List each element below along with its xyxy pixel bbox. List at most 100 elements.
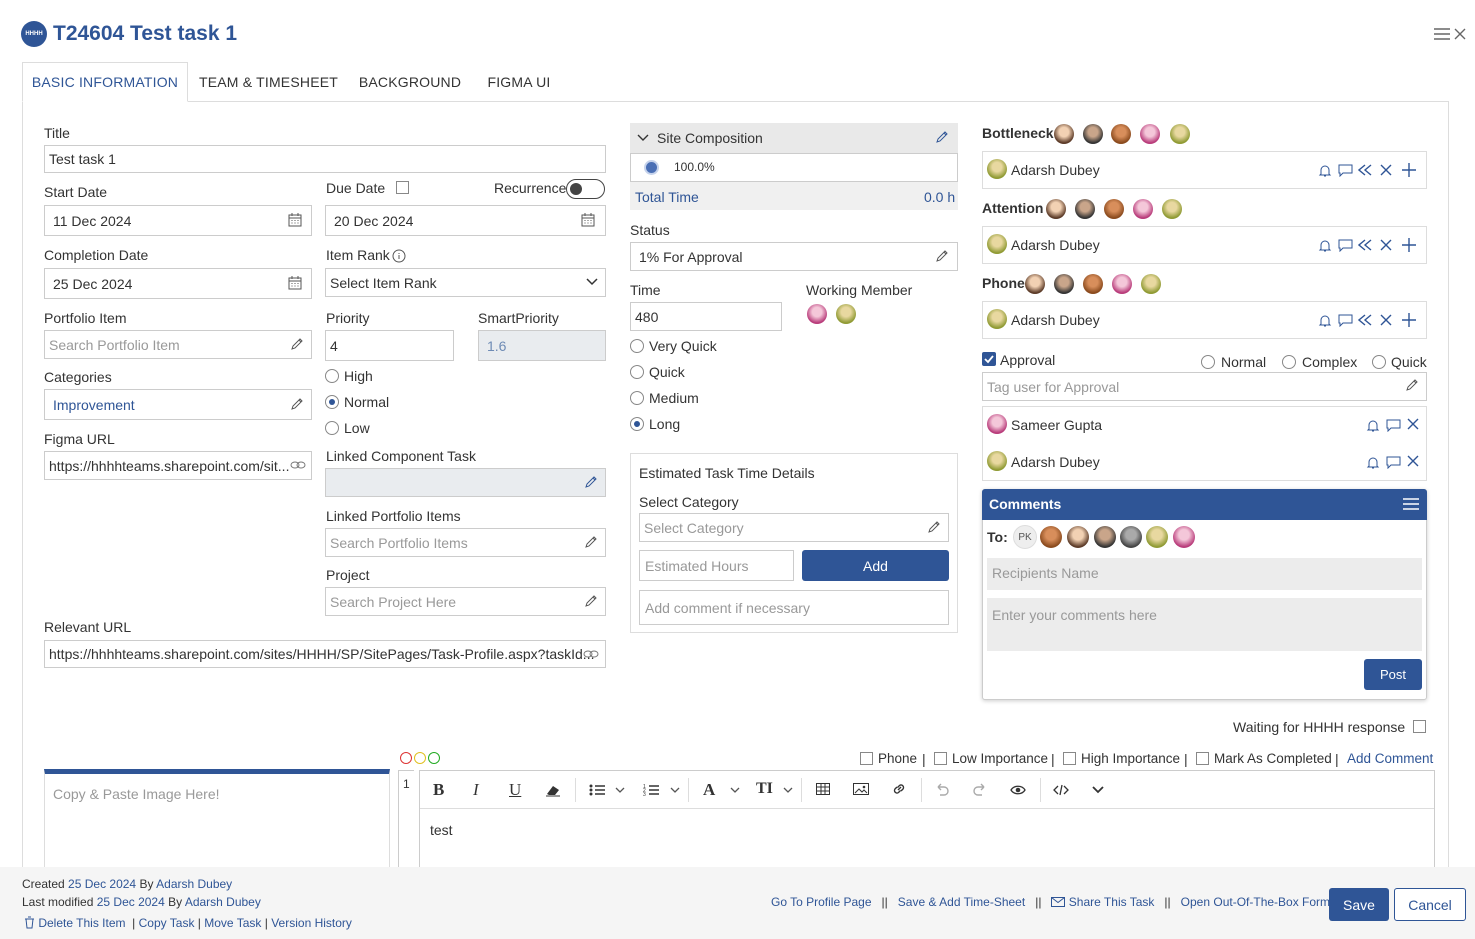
avatar[interactable] (1046, 199, 1066, 219)
start-date-input[interactable]: 11 Dec 2024 (44, 205, 312, 236)
pencil-icon[interactable] (583, 593, 599, 609)
time-input[interactable]: 480 (630, 302, 782, 331)
link-icon[interactable] (583, 647, 599, 661)
save-add-timesheet-link[interactable]: Save & Add Time-Sheet (898, 895, 1025, 909)
reply-icon[interactable] (1357, 312, 1375, 328)
approval-tag-input[interactable]: Tag user for Approval (982, 372, 1427, 401)
comments-textarea[interactable]: Enter your comments here (987, 598, 1422, 651)
avatar[interactable] (1146, 526, 1168, 548)
avatar[interactable] (807, 304, 827, 324)
comment-icon[interactable] (1337, 312, 1353, 328)
relevant-url-input[interactable]: https://hhhhteams.sharepoint.com/sites/H… (44, 640, 606, 668)
status-dot-green[interactable] (428, 752, 440, 764)
avatar-pk[interactable]: PK (1013, 525, 1037, 549)
reply-icon[interactable] (1357, 162, 1375, 178)
pencil-icon[interactable] (583, 534, 599, 550)
recipients-input[interactable]: Recipients Name (987, 558, 1422, 590)
select-category-input[interactable]: Select Category (639, 513, 949, 542)
font-size-icon[interactable]: TI (756, 780, 773, 798)
plus-icon[interactable] (1400, 236, 1418, 254)
image-icon[interactable] (852, 782, 870, 796)
bell-icon[interactable] (1317, 237, 1333, 253)
avatar[interactable] (1140, 124, 1160, 144)
cancel-button[interactable]: Cancel (1394, 888, 1466, 921)
high-importance-checkbox[interactable] (1063, 752, 1076, 765)
move-task-link[interactable]: Move Task (204, 916, 261, 930)
avatar[interactable] (1094, 526, 1116, 548)
plus-icon[interactable] (1400, 311, 1418, 329)
pencil-icon[interactable] (934, 248, 950, 264)
table-icon[interactable] (815, 782, 831, 796)
priority-normal-radio[interactable] (325, 395, 339, 409)
time-very-quick-radio[interactable] (630, 339, 644, 353)
avatar[interactable] (1054, 124, 1074, 144)
eraser-icon[interactable] (544, 782, 562, 798)
status-dot-yellow[interactable] (414, 752, 426, 764)
comment-icon[interactable] (1337, 237, 1353, 253)
priority-input[interactable]: 4 (325, 330, 454, 361)
ootb-form-link[interactable]: Open Out-Of-The-Box Form (1181, 895, 1330, 909)
portfolio-item-input[interactable]: Search Portfolio Item (44, 330, 312, 359)
avatar[interactable] (836, 304, 856, 324)
close-icon[interactable] (1378, 237, 1394, 253)
avatar[interactable] (1162, 199, 1182, 219)
category-tag[interactable]: Improvement (53, 397, 135, 413)
bullet-list-icon[interactable] (588, 782, 606, 798)
copy-task-link[interactable]: Copy Task (139, 916, 195, 930)
bell-icon[interactable] (1365, 417, 1381, 433)
underline-icon[interactable]: U (509, 780, 521, 800)
created-by-link[interactable]: Adarsh Dubey (156, 877, 232, 891)
bell-icon[interactable] (1365, 454, 1381, 470)
close-icon[interactable] (1378, 312, 1394, 328)
avatar[interactable] (1075, 199, 1095, 219)
preview-eye-icon[interactable] (1009, 782, 1027, 798)
status-input[interactable]: 1% For Approval (630, 242, 958, 271)
comment-textarea[interactable]: Add comment if necessary (639, 590, 949, 625)
pencil-icon[interactable] (583, 474, 599, 490)
chevron-down-icon[interactable] (636, 131, 650, 145)
comment-icon[interactable] (1337, 162, 1353, 178)
title-input[interactable]: Test task 1 (44, 145, 606, 173)
figma-url-input[interactable]: https://hhhhteams.sharepoint.com/sit... (44, 451, 312, 480)
plus-icon[interactable] (1400, 161, 1418, 179)
approval-complex-radio[interactable] (1282, 355, 1296, 369)
avatar[interactable] (1067, 526, 1089, 548)
save-button[interactable]: Save (1329, 888, 1389, 921)
profile-page-link[interactable]: Go To Profile Page (771, 895, 872, 909)
tab-basic-information[interactable]: BASIC INFORMATION (22, 62, 188, 102)
due-date-input[interactable]: 20 Dec 2024 (325, 205, 606, 236)
paste-image-box[interactable] (44, 769, 390, 871)
reply-icon[interactable] (1357, 237, 1375, 253)
delete-item-link[interactable]: Delete This Item (38, 916, 125, 930)
recurrence-toggle[interactable] (566, 179, 605, 199)
add-button[interactable]: Add (802, 550, 949, 581)
close-icon[interactable] (1405, 416, 1421, 432)
add-comment-link[interactable]: Add Comment (1347, 751, 1433, 766)
pencil-icon[interactable] (926, 519, 942, 535)
font-color-icon[interactable]: A (703, 780, 715, 800)
post-button[interactable]: Post (1364, 659, 1422, 690)
status-dot-red[interactable] (400, 752, 412, 764)
menu-icon[interactable] (1433, 27, 1451, 41)
undo-icon[interactable] (933, 782, 951, 798)
redo-icon[interactable] (971, 782, 989, 798)
chevron-down-icon[interactable] (782, 785, 794, 795)
italic-icon[interactable]: I (473, 780, 479, 800)
code-view-icon[interactable] (1052, 782, 1070, 798)
time-long-radio[interactable] (630, 417, 644, 431)
version-history-link[interactable]: Version History (271, 916, 352, 930)
link-icon[interactable] (890, 781, 908, 797)
avatar[interactable] (1111, 124, 1131, 144)
chevron-down-icon[interactable] (669, 785, 681, 795)
waiting-response-checkbox[interactable] (1413, 720, 1426, 733)
mark-completed-checkbox[interactable] (1196, 752, 1209, 765)
bell-icon[interactable] (1317, 162, 1333, 178)
calendar-icon[interactable] (287, 275, 303, 291)
project-input[interactable]: Search Project Here (325, 587, 606, 616)
tab-figma-ui[interactable]: FIGMA UI (478, 62, 560, 102)
pencil-icon[interactable] (289, 396, 305, 412)
avatar[interactable] (1133, 199, 1153, 219)
avatar[interactable] (1083, 124, 1103, 144)
modified-by-link[interactable]: Adarsh Dubey (185, 895, 261, 909)
due-date-checkbox[interactable] (396, 181, 409, 194)
